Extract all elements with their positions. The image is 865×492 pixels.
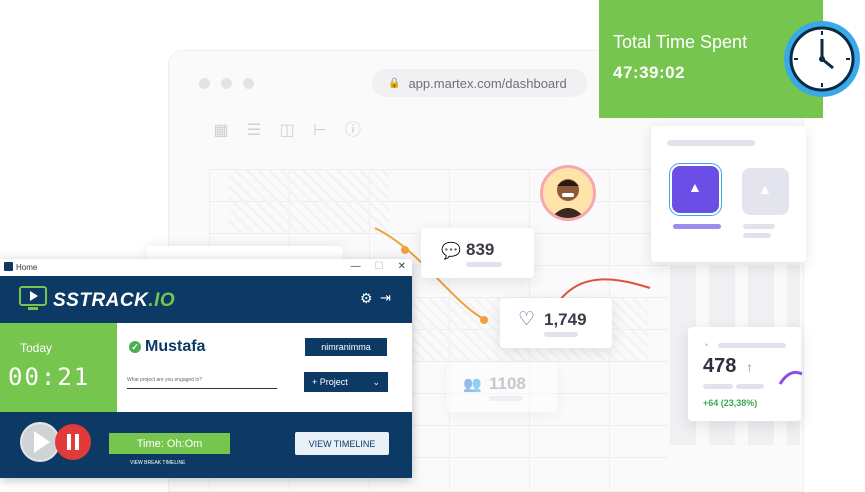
minimize-icon[interactable]: — [351,261,361,272]
total-time-label: Total Time Spent [613,32,748,52]
placeholder-line [466,262,502,267]
pause-icon [67,434,71,450]
likes-count: 1,749 [544,310,587,329]
image-placeholder[interactable]: ▲ [742,168,789,215]
lock-icon: 🔒 [388,77,401,89]
user-panel: ✓ Mustafa nimranimma What project are yo… [117,323,412,412]
image-editor-card: ▲ ▲ [651,126,806,262]
chevron-down-icon: ⌄ [372,376,380,387]
username-text: Mustafa [145,338,206,355]
metric-change: +64 (23,38%) [703,398,758,408]
view-break-timeline-link[interactable]: VIEW BREAK TIMELINE [130,460,185,466]
app-header: SSTRACK.IO ⚙ ⇥ [0,276,412,323]
table-icon[interactable]: ▦ [211,121,231,141]
project-input[interactable]: What project are you engaged in? [127,377,277,389]
brand-suffix: .IO [148,290,176,311]
url-bar[interactable]: 🔒 app.martex.com/dashboard [372,69,587,97]
control-bar: Time: Oh:Om VIEW BREAK TIMELINE VIEW TIM… [0,412,412,478]
maximize-icon[interactable]: ☐ [375,261,384,272]
monitor-play-icon [19,286,47,310]
info-icon[interactable]: ⓘ [343,121,363,141]
list-icon[interactable]: ☰ [244,121,264,141]
close-icon[interactable]: ✕ [398,261,406,272]
image-icon: ▲ [688,179,702,195]
session-time: Time: Oh:Om [109,433,230,454]
project-dropdown[interactable]: + Project ⌄ [304,372,388,392]
likes-stat-card: ♡ 1,749 [500,298,612,348]
settings-icon[interactable]: ⚙ [360,290,373,307]
selected-image-placeholder[interactable]: ▲ [669,163,722,216]
clock-icon [784,21,860,97]
view-timeline-button[interactable]: VIEW TIMELINE [295,432,389,455]
window-controls: — ☐ ✕ [351,261,406,272]
logout-icon[interactable]: ⇥ [380,290,391,306]
users-icon: 👥 [463,376,482,393]
arrow-up-icon: ↑ [746,359,753,375]
window-titlebar: Home — ☐ ✕ [0,259,412,276]
placeholder-line [736,384,764,389]
workspace-badge: nimranimma [305,338,387,356]
pie-icon: ◔ [703,340,709,350]
toolbar-icons: ▦ ☰ ◫ ⊢ ⓘ [211,121,363,141]
url-text: app.martex.com/dashboard [408,75,567,91]
today-timer: 00:21 [8,363,91,391]
username: ✓ Mustafa [129,338,205,356]
pause-button[interactable] [55,424,91,460]
placeholder-line [673,224,721,229]
messages-count: 839 [466,240,495,259]
metric-value: 478 [703,355,737,377]
hierarchy-icon[interactable]: ⊢ [310,121,330,141]
chat-icon: 💬 [441,243,461,260]
columns-icon[interactable]: ◫ [277,121,297,141]
users-count: 1108 [489,374,526,393]
project-button-label: + Project [312,377,348,387]
placeholder-line [489,396,523,401]
placeholder-line [743,233,771,238]
window-title: Home [16,263,38,272]
mini-trend-line [778,370,803,385]
placeholder-line [718,343,786,348]
placeholder-line [703,384,733,389]
messages-stat-card: 💬 839 [421,228,534,278]
play-icon [34,431,50,453]
placeholder-line [667,140,755,146]
check-icon: ✓ [129,341,141,353]
user-avatar [540,165,596,221]
brand-logo: SSTRACK.IO [53,290,175,312]
today-panel: Today 00:21 [0,323,117,412]
app-icon [4,262,13,271]
sstrack-app-window: Home — ☐ ✕ SSTRACK.IO ⚙ ⇥ Today 00:21 ✓ … [0,259,412,478]
brand-main: SSTRACK [53,290,149,311]
placeholder-line [743,224,775,229]
placeholder-line [544,332,578,337]
users-stat-card: 👥 1108 [447,362,557,412]
heart-icon: ♡ [518,309,536,330]
image-icon: ▲ [758,181,772,197]
play-button[interactable] [20,422,60,462]
total-time-value: 47:39:02 [613,63,686,82]
today-label: Today [20,341,53,355]
pause-icon [75,434,79,450]
